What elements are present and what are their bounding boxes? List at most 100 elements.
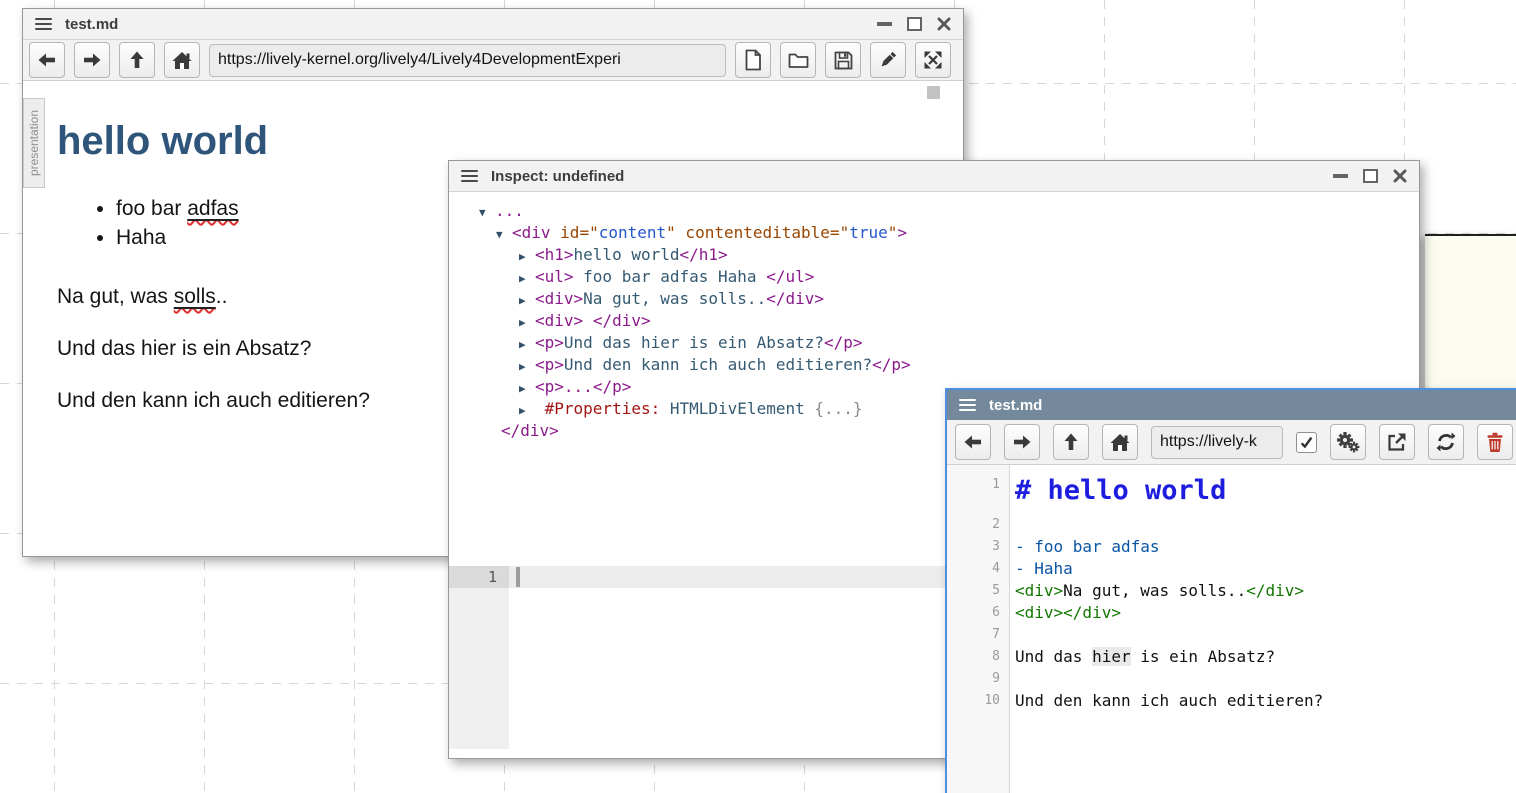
line-number: 4 (947, 558, 1009, 580)
code-line[interactable]: 2 (947, 514, 1516, 536)
line-number: 6 (947, 602, 1009, 624)
collapsed-arrow-icon[interactable]: ▶ (519, 246, 535, 268)
code-line[interactable]: 1# hello world (947, 474, 1516, 514)
window-markdown-editor: test.md (945, 388, 1516, 793)
open-folder-button[interactable] (780, 42, 816, 78)
dom-tree-node[interactable]: ▶<p>Und den kann ich auch editieren?</p> (449, 354, 1419, 376)
code-line[interactable]: 9 (947, 668, 1516, 690)
dom-tree-node[interactable]: ▶<h1>hello world</h1> (449, 244, 1419, 266)
up-arrow-icon (129, 50, 145, 70)
desktop: test.md (0, 0, 1516, 793)
close-icon (1393, 169, 1407, 183)
up-button[interactable] (119, 42, 155, 78)
window-menu-icon[interactable] (461, 170, 478, 182)
dom-tree-node[interactable]: ▶<div>Na gut, was solls..</div> (449, 288, 1419, 310)
expand-button[interactable] (915, 42, 951, 78)
save-button[interactable] (825, 42, 861, 78)
dom-tree-node[interactable]: ▼<div id="content" contenteditable="true… (449, 222, 1419, 244)
minimize-button[interactable] (877, 22, 892, 26)
open-external-button[interactable] (1379, 424, 1415, 460)
refresh-icon (1436, 432, 1456, 452)
collapsed-arrow-icon[interactable]: ▶ (519, 400, 535, 422)
code-line[interactable]: 5<div>Na gut, was solls..</div> (947, 580, 1516, 602)
background-window-edge[interactable] (1425, 234, 1516, 392)
preview-heading: hello world (57, 119, 963, 164)
save-icon (834, 51, 853, 70)
window-menu-icon[interactable] (959, 399, 976, 411)
scrollbar-thumb[interactable] (927, 86, 940, 99)
code-area: 1# hello world23- foo bar adfas4- Haha5<… (947, 474, 1516, 712)
close-icon (937, 17, 951, 31)
window-menu-icon[interactable] (35, 18, 52, 30)
url-field[interactable] (209, 44, 726, 77)
home-button[interactable] (1102, 424, 1138, 460)
back-button[interactable] (955, 424, 991, 460)
dom-tree-node[interactable]: ▶<p>Und das hier is ein Absatz?</p> (449, 332, 1419, 354)
delete-button[interactable] (1477, 424, 1513, 460)
new-file-button[interactable] (735, 42, 771, 78)
maximize-button[interactable] (1363, 169, 1378, 183)
collapsed-arrow-icon[interactable]: ▶ (519, 334, 535, 356)
window-titlebar[interactable]: test.md (947, 390, 1516, 420)
minimize-button[interactable] (1333, 174, 1348, 178)
checkmark-icon (1300, 436, 1313, 449)
line-number: 9 (947, 668, 1009, 690)
collapsed-arrow-icon[interactable]: ▶ (519, 378, 535, 400)
window-titlebar[interactable]: test.md (23, 9, 963, 40)
home-icon (172, 51, 192, 70)
window-title: test.md (65, 16, 877, 33)
code-line[interactable]: 8Und das hier is ein Absatz? (947, 646, 1516, 668)
collapsed-arrow-icon[interactable]: ▶ (519, 356, 535, 378)
back-button[interactable] (29, 42, 65, 78)
url-field[interactable] (1151, 426, 1283, 459)
collapsed-arrow-icon[interactable]: ▶ (519, 268, 535, 290)
line-number: 3 (947, 536, 1009, 558)
pencil-icon (878, 50, 898, 70)
collapsed-arrow-icon[interactable]: ▶ (519, 312, 535, 334)
line-number: 7 (947, 624, 1009, 646)
line-number: 1 (449, 566, 509, 588)
close-button[interactable] (937, 17, 951, 31)
reload-button[interactable] (1428, 424, 1464, 460)
code-line[interactable]: 4- Haha (947, 558, 1516, 580)
expanded-arrow-icon[interactable]: ▼ (496, 224, 512, 246)
forward-button[interactable] (74, 42, 110, 78)
navigation-toolbar (947, 420, 1516, 465)
settings-button[interactable] (1330, 424, 1366, 460)
home-button[interactable] (164, 42, 200, 78)
window-titlebar[interactable]: Inspect: undefined (449, 161, 1419, 192)
expanded-arrow-icon[interactable]: ▼ (479, 202, 495, 224)
window-title: test.md (989, 397, 1516, 414)
presentation-tab[interactable]: presentation (23, 98, 45, 188)
dom-tree-node[interactable]: ▶<ul> foo bar adfas Haha </ul> (449, 266, 1419, 288)
up-button[interactable] (1053, 424, 1089, 460)
forward-icon (82, 52, 102, 68)
dom-tree-node[interactable]: ▶<div> </div> (449, 310, 1419, 332)
close-button[interactable] (1393, 169, 1407, 183)
forward-icon (1012, 434, 1032, 450)
code-line[interactable]: 10Und den kann ich auch editieren? (947, 690, 1516, 712)
home-icon (1110, 433, 1130, 452)
code-line[interactable]: 6<div></div> (947, 602, 1516, 624)
markdown-source-editor[interactable]: 1# hello world23- foo bar adfas4- Haha5<… (947, 465, 1516, 793)
back-icon (37, 52, 57, 68)
collapsed-arrow-icon[interactable]: ▶ (519, 290, 535, 312)
misspelled-word: adfas (187, 197, 238, 220)
up-arrow-icon (1063, 432, 1079, 452)
gears-icon (1336, 431, 1360, 453)
maximize-button[interactable] (907, 17, 922, 31)
forward-button[interactable] (1004, 424, 1040, 460)
auto-update-checkbox[interactable] (1296, 432, 1317, 453)
expand-arrows-icon (923, 50, 943, 70)
line-number: 5 (947, 580, 1009, 602)
line-number: 8 (947, 646, 1009, 668)
editor-gutter (449, 588, 509, 749)
text-cursor (516, 567, 520, 587)
code-line[interactable]: 7 (947, 624, 1516, 646)
new-file-icon (744, 49, 762, 71)
dom-tree-node[interactable]: ▼... (449, 200, 1419, 222)
back-icon (963, 434, 983, 450)
code-line[interactable]: 3- foo bar adfas (947, 536, 1516, 558)
edit-button[interactable] (870, 42, 906, 78)
line-number: 1 (947, 474, 1009, 514)
